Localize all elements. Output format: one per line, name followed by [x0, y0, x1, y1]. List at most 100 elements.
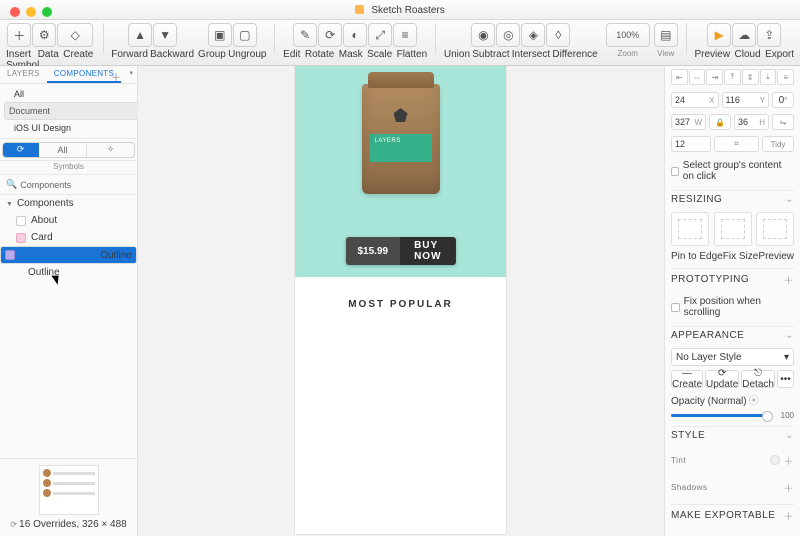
scale-button[interactable]: ⤢: [368, 23, 392, 47]
create-symbol-button[interactable]: ◇: [57, 23, 93, 47]
data-label: Data: [38, 49, 59, 60]
close-window-icon[interactable]: [10, 7, 20, 17]
fix-size-label: Fix Size: [723, 251, 759, 262]
group-button[interactable]: ▣: [208, 23, 232, 47]
fix-position-checkbox[interactable]: Fix position when scrolling: [671, 294, 794, 320]
rotate-button[interactable]: ⟳: [318, 23, 342, 47]
symbol-filter-segment[interactable]: ⟳ All ✧: [2, 142, 135, 158]
export-button[interactable]: ⇪: [757, 23, 781, 47]
align-top-button[interactable]: ⤒: [724, 69, 741, 85]
components-group-header[interactable]: ▼Components: [0, 195, 137, 212]
filter-all[interactable]: All: [4, 87, 133, 101]
edit-button[interactable]: ✎: [293, 23, 317, 47]
h-field[interactable]: H: [734, 114, 769, 130]
chevron-down-icon[interactable]: ⌄: [785, 430, 794, 441]
component-card[interactable]: Card: [0, 229, 137, 246]
tidy-button[interactable]: Tidy: [762, 136, 794, 152]
align-left-button[interactable]: ⇤: [671, 69, 688, 85]
filter-document[interactable]: Document: [4, 102, 141, 120]
rotate-label: Rotate: [305, 49, 334, 60]
component-about[interactable]: About: [0, 212, 137, 229]
align-right-button[interactable]: ⇥: [706, 69, 723, 85]
subtract-label: Subtract: [472, 49, 509, 60]
x-field[interactable]: X: [671, 92, 719, 108]
preview-button[interactable]: ▶: [707, 23, 731, 47]
plus-icon[interactable]: ＋: [784, 480, 795, 495]
filter-ios[interactable]: iOS UI Design: [4, 121, 133, 135]
bag-label: LAYERS: [370, 134, 432, 162]
preview-thumbnail[interactable]: [39, 465, 99, 515]
pin-edges-control[interactable]: [671, 212, 709, 246]
opacity-slider[interactable]: 100: [671, 411, 794, 420]
distribute-button[interactable]: ≡: [777, 69, 794, 85]
resizing-header: RESIZING: [671, 194, 722, 205]
view-button[interactable]: ▤: [654, 23, 678, 47]
tint-label: Tint: [671, 456, 686, 465]
align-hcenter-button[interactable]: ⇔: [689, 69, 706, 85]
difference-button[interactable]: ◊: [546, 23, 570, 47]
backward-label: Backward: [150, 49, 194, 60]
data-button[interactable]: ⚙: [32, 23, 56, 47]
union-button[interactable]: ◉: [471, 23, 495, 47]
cloud-label: Cloud: [735, 49, 761, 60]
lock-aspect-icon[interactable]: 🔒: [709, 114, 731, 130]
align-bottom-button[interactable]: ⤓: [760, 69, 777, 85]
style-create-button[interactable]: —Create: [671, 370, 703, 388]
window-controls[interactable]: [10, 7, 52, 17]
plus-icon[interactable]: ＋: [784, 272, 795, 287]
tab-components[interactable]: COMPONENTS: [47, 66, 121, 83]
insert-button[interactable]: ＋: [7, 23, 31, 47]
corner-radius-field[interactable]: [671, 136, 711, 152]
canvas[interactable]: LAYERS $15.99 BUY NOW MOST POPULAR: [138, 66, 664, 536]
plus-icon[interactable]: ＋: [784, 508, 795, 523]
components-search[interactable]: 🔍 Components ⓧ: [0, 175, 137, 195]
cursor-icon: [54, 273, 64, 285]
mask-button[interactable]: ◐: [343, 23, 367, 47]
cloud-button[interactable]: ☁: [732, 23, 756, 47]
minimize-window-icon[interactable]: [26, 7, 36, 17]
pages-dropdown-icon[interactable]: ▾: [129, 69, 133, 77]
style-update-button[interactable]: ⟳Update: [705, 370, 739, 388]
fix-size-control[interactable]: [714, 212, 752, 246]
style-header: STYLE: [671, 430, 705, 441]
style-detach-button[interactable]: ⎋Detach: [741, 370, 775, 388]
search-input[interactable]: Components: [20, 180, 137, 190]
select-contents-checkbox[interactable]: Select group's content on click: [671, 158, 794, 184]
backward-button[interactable]: ▼: [153, 23, 177, 47]
tint-swatch[interactable]: [770, 455, 780, 465]
zoom-window-icon[interactable]: [42, 7, 52, 17]
flatten-label: Flatten: [397, 49, 428, 60]
insert-label: Insert: [6, 49, 31, 60]
component-outline-child[interactable]: Outline: [0, 264, 137, 281]
forward-button[interactable]: ▲: [128, 23, 152, 47]
ungroup-button[interactable]: ▢: [233, 23, 257, 47]
symbol-seg-bell-icon[interactable]: ✧: [87, 143, 134, 157]
layer-style-select[interactable]: No Layer Style▾: [671, 348, 794, 366]
tab-layers[interactable]: LAYERS: [0, 66, 47, 83]
align-vcenter-button[interactable]: ⇕: [742, 69, 759, 85]
chevron-down-icon[interactable]: ⌄: [785, 194, 794, 205]
chevron-down-icon: ▾: [784, 352, 789, 363]
style-more-button[interactable]: •••: [777, 370, 794, 388]
zoom-field[interactable]: 100%: [606, 23, 650, 47]
rotation-field[interactable]: 0°: [772, 92, 794, 108]
w-field[interactable]: W: [671, 114, 706, 130]
intersect-button[interactable]: ◈: [521, 23, 545, 47]
plus-icon[interactable]: ＋: [784, 457, 795, 468]
artboard[interactable]: LAYERS $15.99 BUY NOW MOST POPULAR: [295, 66, 506, 534]
subtract-button[interactable]: ◎: [496, 23, 520, 47]
chevron-down-icon[interactable]: ⌄: [785, 330, 794, 341]
flatten-button[interactable]: ≡: [393, 23, 417, 47]
y-field[interactable]: Y: [722, 92, 770, 108]
left-panel: LAYERS COMPONENTS ＋ ▾ All Document iOS U…: [0, 66, 138, 536]
buy-now-button[interactable]: BUY NOW: [400, 237, 455, 265]
flip-h-icon[interactable]: ⇋: [772, 114, 794, 130]
add-page-icon[interactable]: ＋: [111, 69, 121, 84]
export-label: Export: [765, 49, 794, 60]
component-outline[interactable]: Outline: [0, 246, 137, 264]
radius-mode-icon[interactable]: ⌗: [714, 136, 759, 152]
edit-label: Edit: [283, 49, 300, 60]
symbol-seg-all[interactable]: All: [39, 143, 87, 157]
symbol-seg-sync-icon[interactable]: ⟳: [3, 143, 39, 157]
fix-scroll-label: Fix position when scrolling: [684, 296, 794, 318]
